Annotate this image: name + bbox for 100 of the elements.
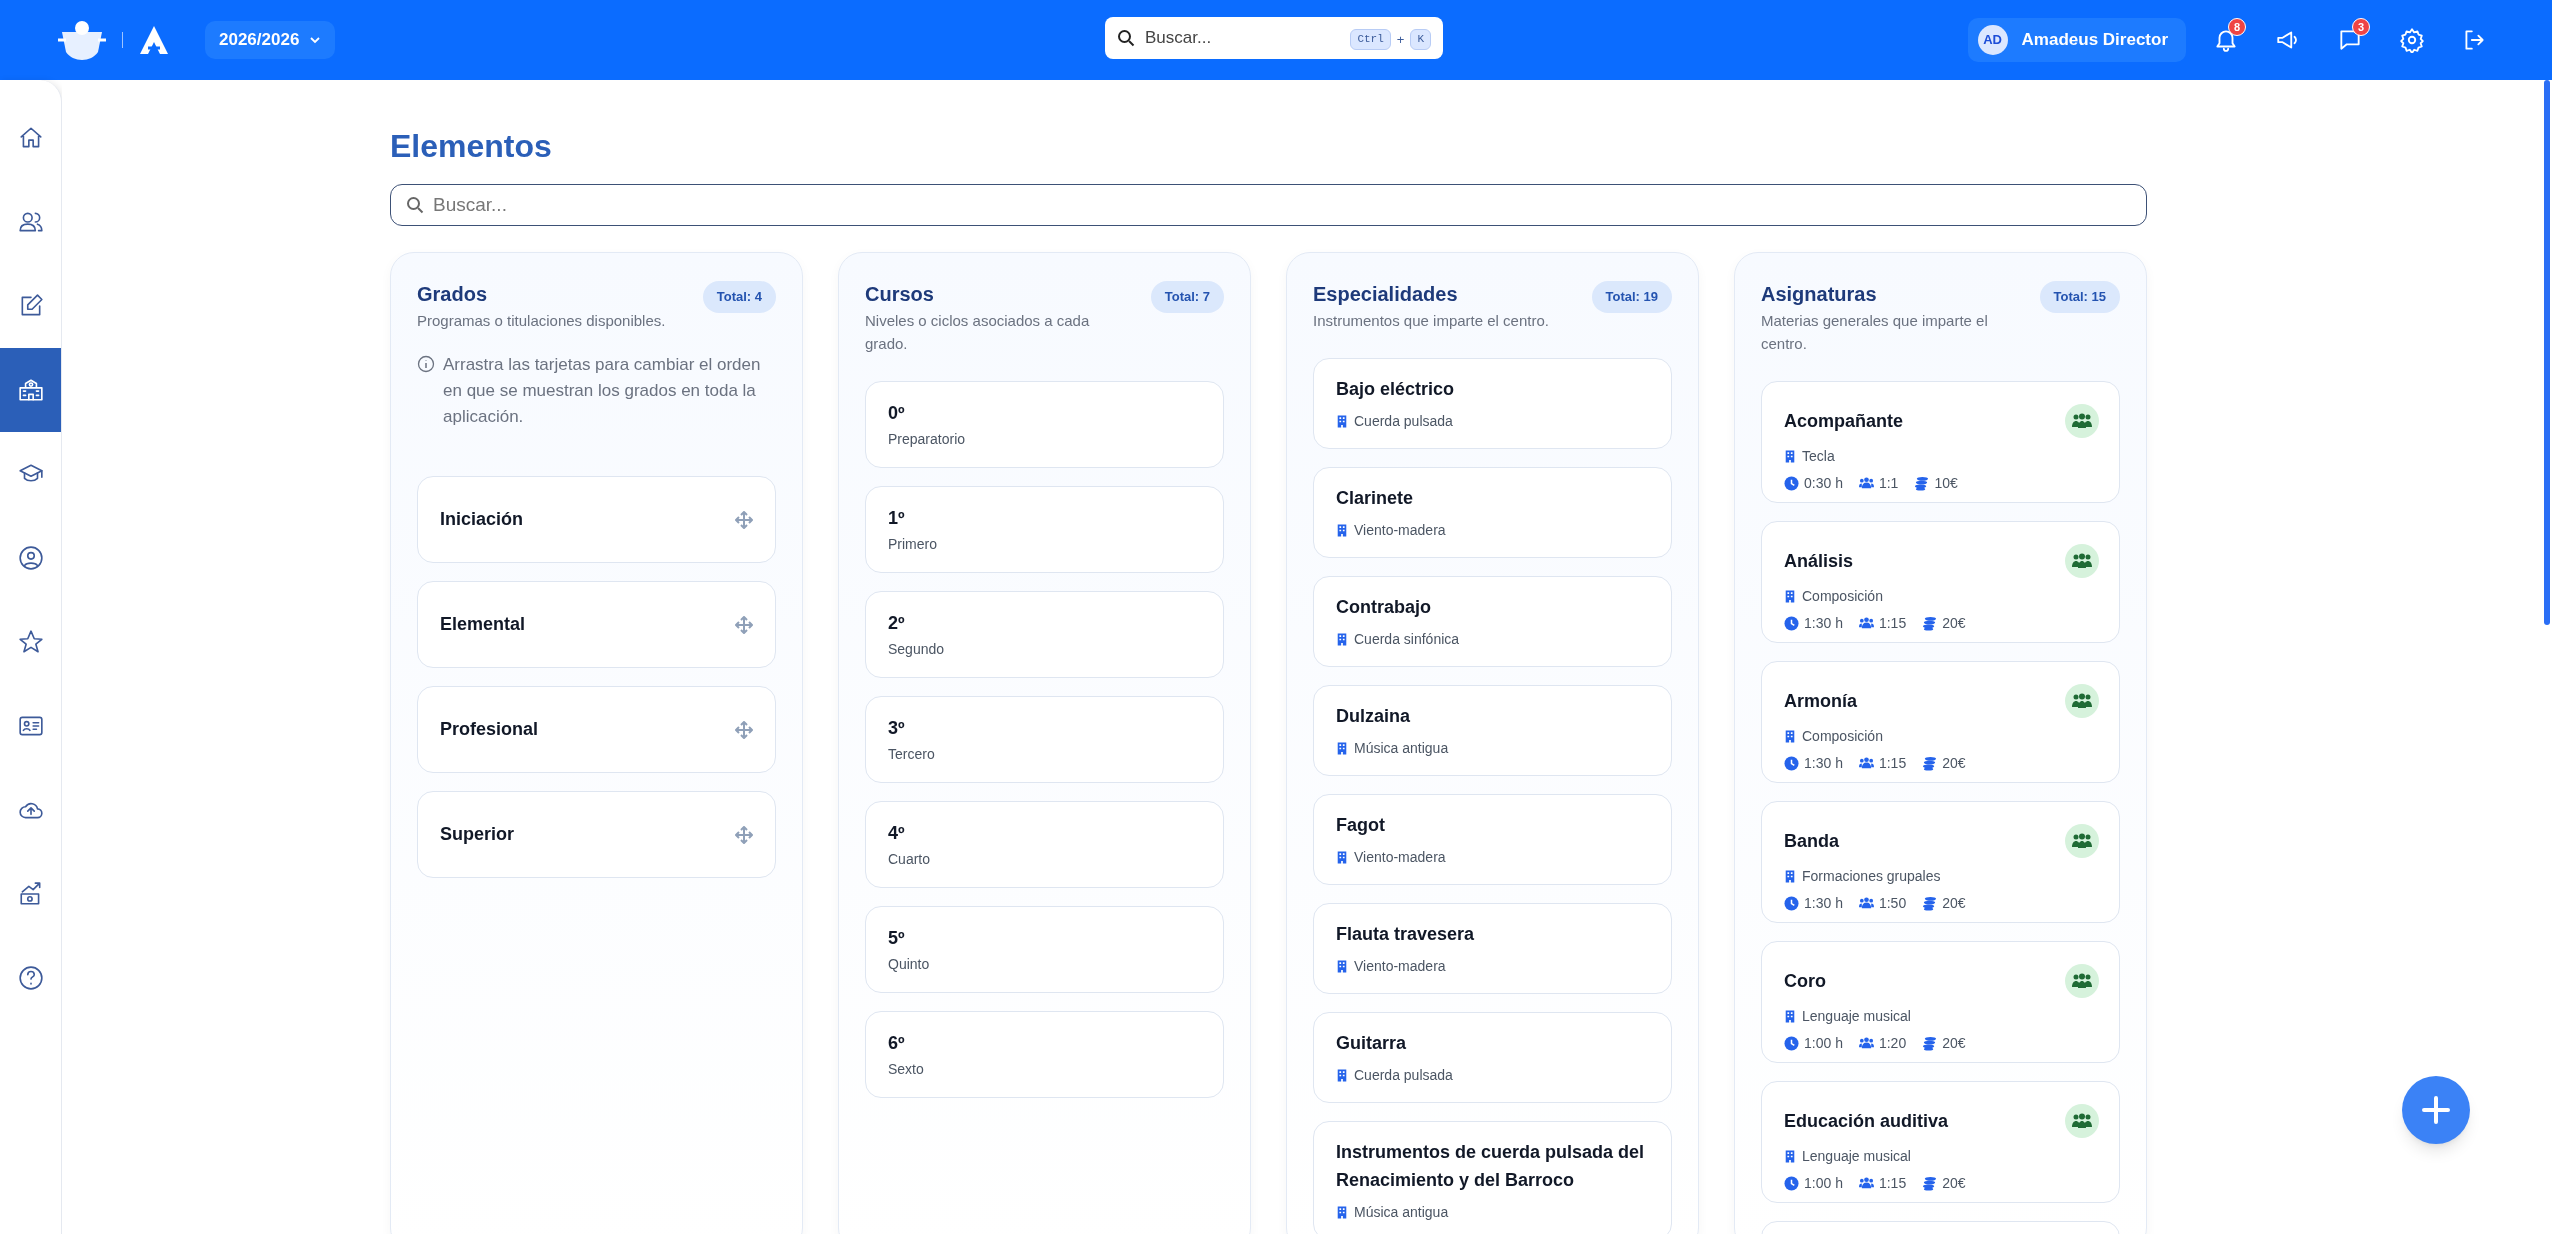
user-menu-button[interactable]: AD Amadeus Director: [1967, 18, 2186, 62]
price-text: 20€: [1942, 614, 1966, 633]
duration-text: 1:00 h: [1804, 1034, 1843, 1053]
specialty-card[interactable]: Guitarra Cuerda pulsada: [1313, 1012, 1672, 1103]
course-card[interactable]: 3º Tercero: [865, 696, 1224, 783]
course-card[interactable]: 5º Quinto: [865, 906, 1224, 993]
notifications-button[interactable]: 8: [2204, 16, 2248, 64]
column-title: Especialidades: [1313, 282, 1459, 307]
total-badge: Total: 15: [2039, 281, 2120, 313]
star-icon: [17, 629, 44, 655]
chevron-down-icon: [309, 34, 322, 46]
column-description: Programas o titulaciones disponibles.: [417, 311, 666, 331]
move-icon: [735, 825, 753, 844]
specialty-card[interactable]: Bajo eléctrico Cuerda pulsada: [1313, 358, 1672, 449]
duration-text: 1:00 h: [1804, 1174, 1843, 1193]
clock-icon: [1784, 616, 1799, 631]
course-subtitle: Tercero: [888, 746, 936, 761]
course-subtitle: Primero: [888, 536, 938, 551]
price-text: 20€: [1942, 894, 1966, 913]
subject-card[interactable]: Armonía Composición 1:30 h 1:15 20€: [1761, 661, 2120, 783]
ratio-text: 1:1: [1878, 474, 1899, 493]
search-icon: [1117, 29, 1135, 47]
people-icon: [1858, 476, 1874, 491]
search-icon: [406, 196, 424, 214]
clock-icon: [1784, 1176, 1799, 1191]
user-circle-icon: [17, 545, 44, 571]
department-label: Música antigua: [1354, 1203, 1449, 1222]
specialty-card[interactable]: Fagot Viento-madera: [1313, 794, 1672, 885]
department-label: Viento-madera: [1354, 957, 1446, 976]
people-icon: [2071, 833, 2093, 849]
specialty-name: Bajo eléctrico: [1336, 378, 1456, 401]
building-icon: [1784, 869, 1796, 884]
people-icon: [2071, 1113, 2093, 1129]
course-card[interactable]: 6º Sexto: [865, 1011, 1224, 1098]
move-icon: [735, 720, 753, 739]
scrollbar[interactable]: [2544, 80, 2550, 625]
clock-icon: [1784, 896, 1799, 911]
department-label: Cuerda sinfónica: [1354, 630, 1460, 649]
specialty-card[interactable]: Clarinete Viento-madera: [1313, 467, 1672, 558]
course-name: 2º: [888, 613, 906, 632]
building-icon: [1336, 414, 1348, 429]
specialty-name: Instrumentos de cuerda pulsada del Renacimiento y del Barroco: [1336, 1141, 1646, 1192]
specialty-name: Clarinete: [1336, 487, 1415, 510]
subject-card[interactable]: Análisis Composición 1:30 h 1:15 20€: [1761, 521, 2120, 643]
help-icon: [17, 965, 44, 991]
department-label: Cuerda pulsada: [1354, 412, 1453, 431]
search-field[interactable]: Buscar...: [390, 184, 2147, 226]
specialty-card[interactable]: Dulzaina Música antigua: [1313, 685, 1672, 776]
messages-button[interactable]: 3: [2328, 16, 2372, 64]
clock-icon: [1784, 476, 1799, 491]
course-card[interactable]: 4º Cuarto: [865, 801, 1224, 888]
ratio-text: 1:15: [1878, 1174, 1907, 1193]
course-subtitle: Cuarto: [888, 851, 932, 866]
course-card[interactable]: 1º Primero: [865, 486, 1224, 573]
total-badge: Total: 4: [702, 281, 776, 313]
subject-card[interactable]: Educación auditiva Lenguaje musical 1:00 h 1:15 20€: [1761, 1081, 2120, 1203]
building-icon: [1336, 1068, 1348, 1083]
coins-icon: [1914, 476, 1930, 491]
plus-icon: [2421, 1095, 2451, 1125]
subject-name: Banda: [1784, 829, 1839, 853]
specialty-card[interactable]: Contrabajo Cuerda sinfónica: [1313, 576, 1672, 667]
duration-text: 1:30 h: [1804, 754, 1843, 773]
subject-card[interactable]: Banda Formaciones grupales 1:30 h 1:50 20€: [1761, 801, 2120, 923]
building-icon: [1336, 959, 1348, 974]
department-label: Viento-madera: [1354, 848, 1446, 867]
subject-name: Armonía: [1784, 689, 1857, 713]
grade-card[interactable]: Superior: [417, 791, 776, 878]
department-label: Lenguaje musical: [1802, 1007, 1911, 1026]
column-title: Asignaturas: [1761, 282, 1878, 307]
duration-text: 1:30 h: [1804, 614, 1843, 633]
specialty-card[interactable]: Flauta travesera Viento-madera: [1313, 903, 1672, 994]
info-icon: [417, 355, 435, 373]
grade-card[interactable]: Iniciación: [417, 476, 776, 563]
notification-badge: 3: [2352, 18, 2370, 36]
grade-card[interactable]: Elemental: [417, 581, 776, 668]
specialty-name: Dulzaina: [1336, 705, 1411, 728]
building-icon: [1336, 741, 1348, 756]
subject-card[interactable]: Acompañante Tecla 0:30 h 1:1 10€: [1761, 381, 2120, 503]
specialty-card[interactable]: Instrumentos de cuerda pulsada del Renacimiento y del Barroco Música antigua: [1313, 1121, 1672, 1234]
subject-name: Educación auditiva: [1784, 1109, 1949, 1133]
move-icon: [735, 615, 753, 634]
course-card[interactable]: 0º Preparatorio: [865, 381, 1224, 468]
department-label: Cuerda pulsada: [1354, 1066, 1453, 1085]
building-icon: [1336, 523, 1348, 538]
building-icon: [1336, 850, 1348, 865]
subject-card[interactable]: Coro Lenguaje musical 1:00 h 1:20 20€: [1761, 941, 2120, 1063]
course-subtitle: Quinto: [888, 956, 931, 971]
sidebar-item[interactable]: [0, 348, 61, 432]
specialty-name: Guitarra: [1336, 1032, 1408, 1055]
course-card[interactable]: 2º Segundo: [865, 591, 1224, 678]
grade-card[interactable]: Profesional: [417, 686, 776, 773]
app-logo: [137, 24, 171, 56]
ratio-text: 1:15: [1878, 614, 1907, 633]
grade-name: Elemental: [440, 613, 526, 636]
price-text: 10€: [1934, 474, 1958, 493]
people-icon: [2071, 553, 2093, 569]
department-label: Composición: [1802, 727, 1883, 746]
specialty-name: Contrabajo: [1336, 596, 1432, 619]
ratio-text: 1:15: [1878, 754, 1907, 773]
year-selector[interactable]: 2026/2026: [205, 21, 336, 59]
